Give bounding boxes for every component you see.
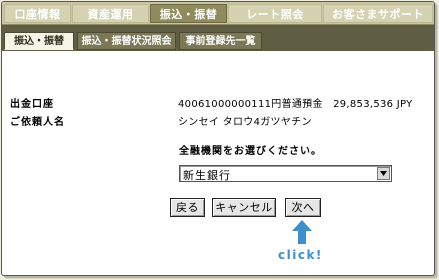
next-button[interactable]: 次へ <box>285 198 321 217</box>
sub-nav: 振込・振替 振込・振替状況照会 事前登録先一覧 <box>2 25 434 51</box>
main-nav: 口座情報 資産運用 振込・振替 レート照会 お客さまサポート <box>2 2 434 25</box>
back-button[interactable]: 戻る <box>170 198 205 217</box>
tab-transfer[interactable]: 振込・振替 <box>150 4 227 23</box>
window-frame: 口座情報 資産運用 振込・振替 レート照会 お客さまサポート 振込・振替 振込・… <box>1 1 435 276</box>
subtab-registered-payees[interactable]: 事前登録先一覧 <box>179 32 262 50</box>
tab-rate-inquiry[interactable]: レート照会 <box>228 4 322 23</box>
tab-account-info[interactable]: 口座情報 <box>4 4 71 23</box>
subtab-transfer-status[interactable]: 振込・振替状況照会 <box>77 32 176 50</box>
bank-select-prompt: 全融機関をお選びください。 <box>179 146 322 157</box>
bank-select-value: 新生銀行 <box>183 169 231 182</box>
withdrawal-account-value: 40061000000111円普通預金 29,853,536 JPY <box>178 99 413 110</box>
withdrawal-account-label: 出金口座 <box>10 99 54 110</box>
requester-name-label: ご依頼人名 <box>10 117 65 128</box>
cancel-button[interactable]: キャンセル <box>212 198 276 217</box>
requester-name-value: シンセイ タロウ4ガツヤチン <box>178 117 312 128</box>
up-arrow-icon <box>292 220 312 248</box>
subtab-transfer[interactable]: 振込・振替 <box>4 32 74 50</box>
tab-asset-management[interactable]: 資産運用 <box>72 4 149 23</box>
chevron-down-icon[interactable] <box>377 167 390 180</box>
tab-customer-support[interactable]: お客さまサポート <box>323 4 433 23</box>
bank-select-dropdown[interactable]: 新生銀行 <box>179 165 392 182</box>
click-caption: click! <box>278 248 323 262</box>
